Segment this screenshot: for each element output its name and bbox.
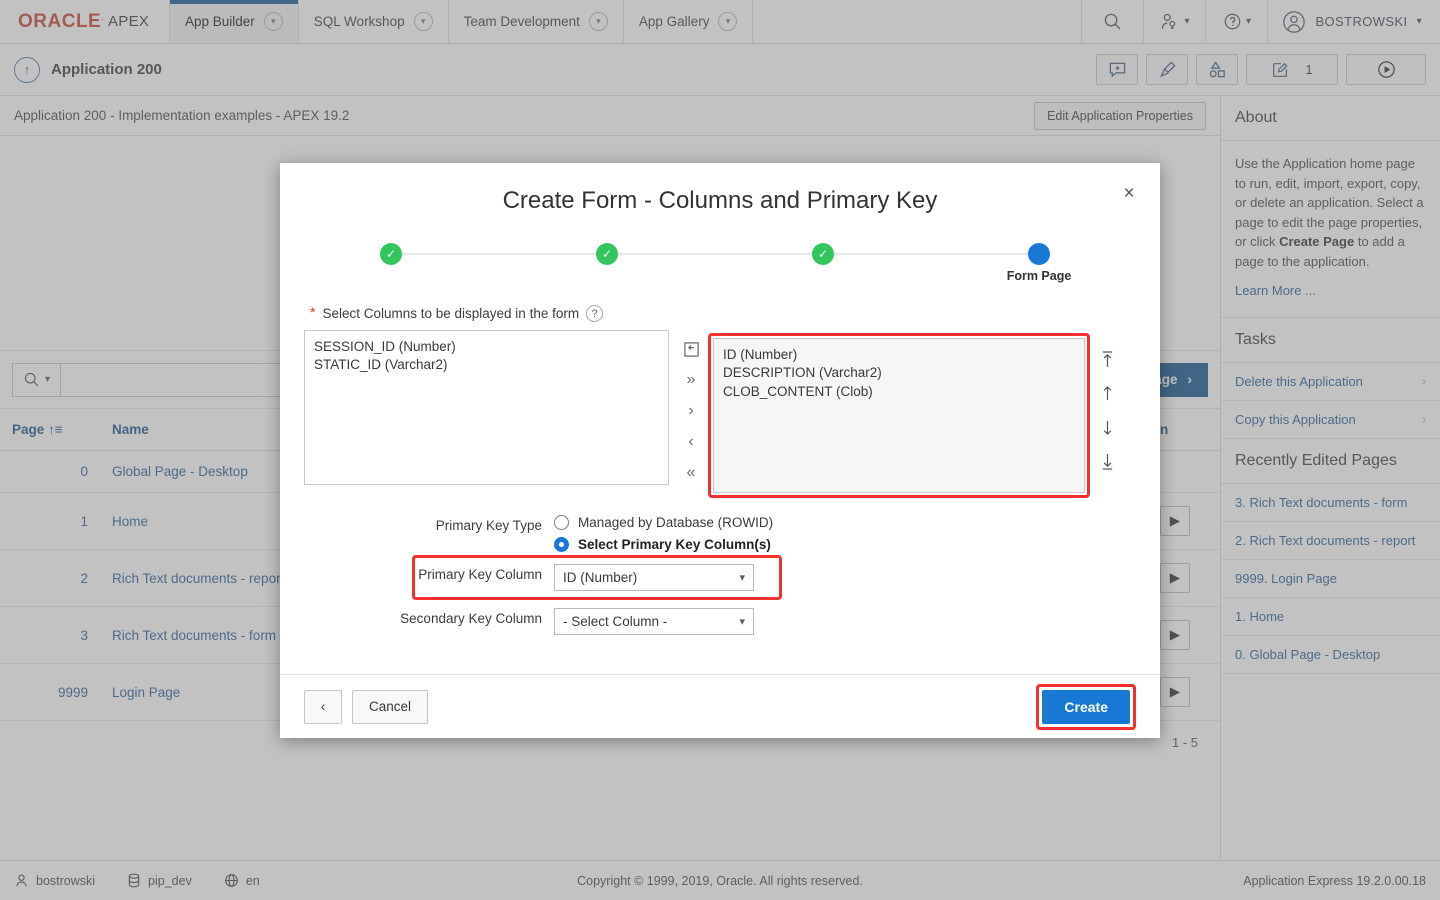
dialog-body: * Select Columns to be displayed in the … <box>280 299 1160 674</box>
list-item[interactable]: DESCRIPTION (Varchar2) <box>723 364 1075 382</box>
primary-key-column-select[interactable]: ID (Number) ▾ <box>554 564 754 591</box>
close-icon[interactable]: × <box>1116 181 1142 207</box>
move-left-icon[interactable]: ‹ <box>678 431 704 453</box>
radio-managed-by-database[interactable]: Managed by Database (ROWID) <box>554 515 773 530</box>
dialog-header: Create Form - Columns and Primary Key × … <box>280 163 1160 299</box>
radio-button-icon[interactable] <box>554 515 569 530</box>
cancel-button[interactable]: Cancel <box>352 690 428 724</box>
check-icon: ✓ <box>596 243 618 265</box>
dialog-footer: ‹ Cancel Create <box>280 674 1160 738</box>
stepper-step-2[interactable]: ✓ <box>596 243 618 299</box>
shuttle-order-buttons <box>1085 330 1129 472</box>
shuttle-label-row: * Select Columns to be displayed in the … <box>310 305 1136 322</box>
list-item[interactable]: STATIC_ID (Varchar2) <box>314 356 659 374</box>
required-indicator: * <box>310 305 315 319</box>
step-label: Form Page <box>1007 269 1072 283</box>
primary-key-section: Primary Key Type Managed by Database (RO… <box>304 515 1136 635</box>
available-columns-list[interactable]: SESSION_ID (Number) STATIC_ID (Varchar2) <box>304 330 669 485</box>
primary-key-column-label: Primary Key Column <box>304 564 554 582</box>
move-up-icon[interactable] <box>1094 382 1120 404</box>
check-icon: ✓ <box>380 243 402 265</box>
radio-button-selected-icon[interactable] <box>554 537 569 552</box>
primary-key-type-label: Primary Key Type <box>304 515 554 533</box>
secondary-key-column-select[interactable]: - Select Column - ▾ <box>554 608 754 635</box>
move-all-right-icon[interactable]: » <box>678 369 704 391</box>
create-form-dialog: Create Form - Columns and Primary Key × … <box>280 163 1160 738</box>
primary-key-type-row: Primary Key Type Managed by Database (RO… <box>304 515 1136 552</box>
wizard-progress-stepper: ✓ ✓ ✓ Form Page <box>380 243 1050 299</box>
chevron-down-icon: ▾ <box>739 571 745 584</box>
chevron-left-icon: ‹ <box>321 699 326 714</box>
list-item[interactable]: SESSION_ID (Number) <box>314 338 659 356</box>
apex-app-builder-page: ORACLE' APEX App Builder ▾ SQL Workshop … <box>0 0 1440 900</box>
create-button-wrapper: Create <box>1036 684 1136 730</box>
selected-columns-list[interactable]: ID (Number) DESCRIPTION (Varchar2) CLOB_… <box>713 338 1085 493</box>
selected-columns-wrapper: ID (Number) DESCRIPTION (Varchar2) CLOB_… <box>713 330 1085 493</box>
primary-key-column-value: ID (Number) <box>563 570 637 585</box>
stepper-step-3[interactable]: ✓ <box>812 243 834 299</box>
list-item[interactable]: CLOB_CONTENT (Clob) <box>723 383 1075 401</box>
create-button[interactable]: Create <box>1042 690 1130 724</box>
column-shuttle: SESSION_ID (Number) STATIC_ID (Varchar2)… <box>304 330 1136 493</box>
stepper-step-1[interactable]: ✓ <box>380 243 402 299</box>
dialog-title: Create Form - Columns and Primary Key <box>280 187 1160 215</box>
previous-step-button[interactable]: ‹ <box>304 690 342 724</box>
shuttle-label: Select Columns to be displayed in the fo… <box>322 306 579 321</box>
list-item[interactable]: ID (Number) <box>723 346 1075 364</box>
primary-key-type-options: Managed by Database (ROWID) Select Prima… <box>554 515 773 552</box>
move-all-left-icon[interactable]: « <box>678 462 704 484</box>
secondary-key-column-label: Secondary Key Column <box>304 608 554 626</box>
question-mark-icon[interactable]: ? <box>586 305 603 322</box>
shuttle-move-buttons: » › ‹ « <box>669 330 713 484</box>
move-to-bottom-icon[interactable] <box>1094 450 1120 472</box>
move-down-icon[interactable] <box>1094 416 1120 438</box>
move-to-top-icon[interactable] <box>1094 348 1120 370</box>
reset-icon[interactable] <box>678 338 704 360</box>
chevron-down-icon: ▾ <box>739 615 745 628</box>
move-right-icon[interactable]: › <box>678 400 704 422</box>
stepper-step-4[interactable]: Form Page <box>1028 243 1050 299</box>
current-step-dot-icon <box>1028 243 1050 265</box>
secondary-key-column-value: - Select Column - <box>563 614 667 629</box>
secondary-key-column-row: Secondary Key Column - Select Column - ▾ <box>304 608 1136 635</box>
radio-select-primary-key-columns[interactable]: Select Primary Key Column(s) <box>554 537 773 552</box>
primary-key-column-row: Primary Key Column ID (Number) ▾ <box>304 564 1136 591</box>
radio-label: Managed by Database (ROWID) <box>578 515 773 530</box>
radio-label: Select Primary Key Column(s) <box>578 537 771 552</box>
check-icon: ✓ <box>812 243 834 265</box>
